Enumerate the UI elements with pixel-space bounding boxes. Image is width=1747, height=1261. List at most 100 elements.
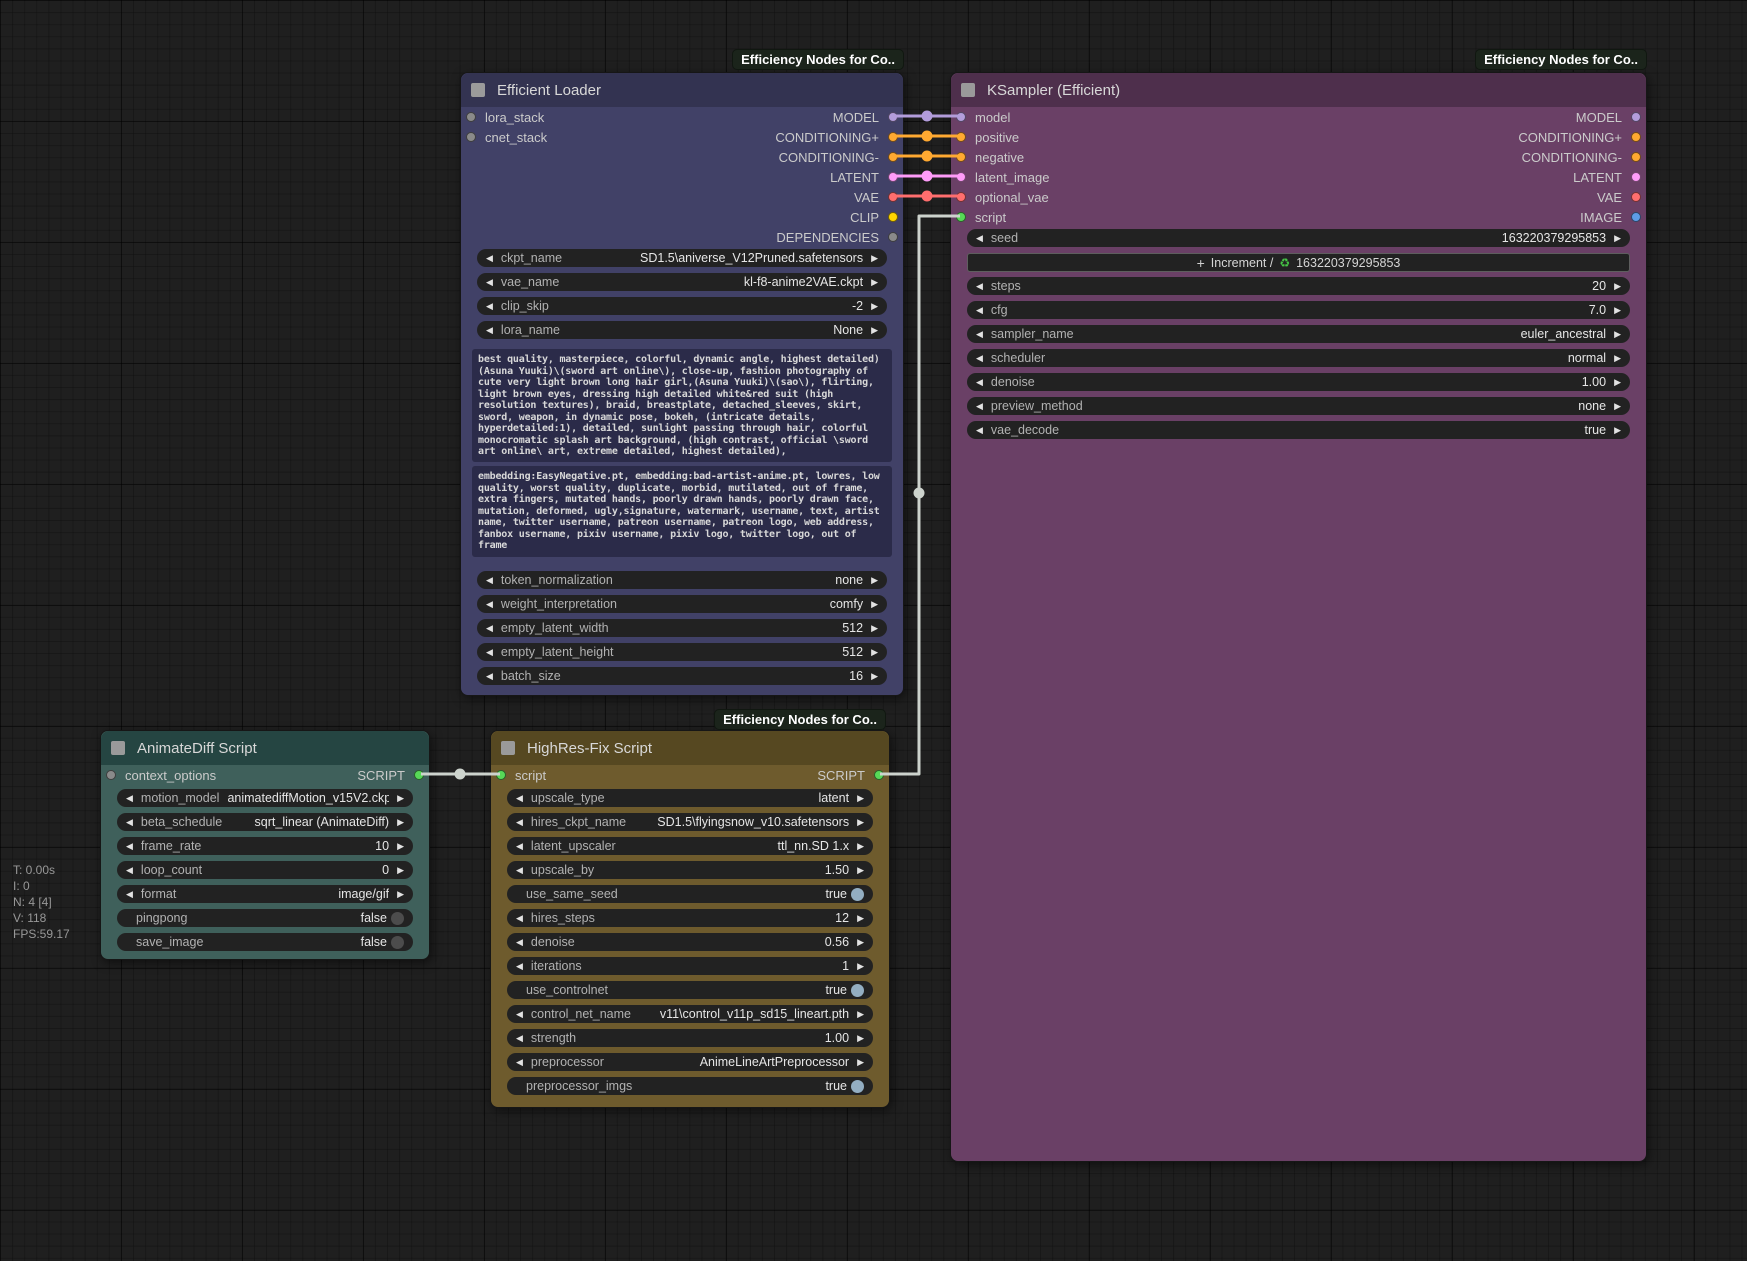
next-arrow-icon[interactable]: ▶ bbox=[1614, 397, 1621, 415]
toggle-dot-icon[interactable] bbox=[391, 912, 404, 925]
widget-latent-upscaler[interactable]: ◀latent_upscalerttl_nn.SD 1.x▶ bbox=[507, 837, 873, 855]
node-header[interactable]: AnimateDiff Script bbox=[101, 731, 429, 765]
next-arrow-icon[interactable]: ▶ bbox=[857, 909, 864, 927]
node-ksampler-efficient[interactable]: KSampler (Efficient) model positive nega… bbox=[950, 72, 1647, 1162]
next-arrow-icon[interactable]: ▶ bbox=[871, 321, 878, 339]
output-slot-conditioning-plus[interactable]: CONDITIONING+ bbox=[775, 127, 903, 147]
prev-arrow-icon[interactable]: ◀ bbox=[486, 321, 493, 339]
node-header[interactable]: KSampler (Efficient) bbox=[951, 73, 1646, 107]
next-arrow-icon[interactable]: ▶ bbox=[857, 813, 864, 831]
output-slot-conditioning-minus[interactable]: CONDITIONING- bbox=[775, 147, 903, 167]
prev-arrow-icon[interactable]: ◀ bbox=[486, 297, 493, 315]
slot-dot-icon[interactable] bbox=[1631, 112, 1641, 122]
next-arrow-icon[interactable]: ▶ bbox=[1614, 349, 1621, 367]
toggle-dot-icon[interactable] bbox=[851, 888, 864, 901]
widget-vae-name[interactable]: ◀vae_namekl-f8-anime2VAE.ckpt▶ bbox=[477, 273, 887, 291]
slot-dot-icon[interactable] bbox=[496, 770, 506, 780]
slot-dot-icon[interactable] bbox=[888, 232, 898, 242]
widget-seed[interactable]: ◀seed163220379295853▶ bbox=[967, 229, 1630, 247]
input-slot-latent-image[interactable]: latent_image bbox=[951, 167, 1049, 187]
widget-upscale-by[interactable]: ◀upscale_by1.50▶ bbox=[507, 861, 873, 879]
input-slot-context-options[interactable]: context_options bbox=[101, 765, 216, 785]
widget-scheduler[interactable]: ◀schedulernormal▶ bbox=[967, 349, 1630, 367]
next-arrow-icon[interactable]: ▶ bbox=[857, 1029, 864, 1047]
prev-arrow-icon[interactable]: ◀ bbox=[486, 273, 493, 291]
prev-arrow-icon[interactable]: ◀ bbox=[126, 837, 133, 855]
output-slot-dependencies[interactable]: DEPENDENCIES bbox=[775, 227, 903, 247]
prev-arrow-icon[interactable]: ◀ bbox=[486, 643, 493, 661]
input-slot-script[interactable]: script bbox=[491, 765, 546, 785]
widget-clip-skip[interactable]: ◀clip_skip-2▶ bbox=[477, 297, 887, 315]
next-arrow-icon[interactable]: ▶ bbox=[857, 789, 864, 807]
next-arrow-icon[interactable]: ▶ bbox=[871, 571, 878, 589]
next-arrow-icon[interactable]: ▶ bbox=[1614, 301, 1621, 319]
node-highres-fix-script[interactable]: HighRes-Fix Script script SCRIPT ◀upscal… bbox=[490, 730, 890, 1108]
input-slot-lora-stack[interactable]: lora_stack bbox=[461, 107, 547, 127]
widget-preprocessor[interactable]: ◀preprocessorAnimeLineArtPreprocessor▶ bbox=[507, 1053, 873, 1071]
toggle-dot-icon[interactable] bbox=[851, 1080, 864, 1093]
slot-dot-icon[interactable] bbox=[874, 770, 884, 780]
next-arrow-icon[interactable]: ▶ bbox=[1614, 373, 1621, 391]
output-slot-latent[interactable]: LATENT bbox=[1518, 167, 1646, 187]
prev-arrow-icon[interactable]: ◀ bbox=[486, 595, 493, 613]
next-arrow-icon[interactable]: ▶ bbox=[857, 837, 864, 855]
widget-preprocessor-imgs[interactable]: preprocessor_imgstrue bbox=[507, 1077, 873, 1095]
widget-batch-size[interactable]: ◀batch_size16▶ bbox=[477, 667, 887, 685]
slot-dot-icon[interactable] bbox=[956, 112, 966, 122]
widget-use-same-seed[interactable]: use_same_seedtrue bbox=[507, 885, 873, 903]
widget-weight-interpretation[interactable]: ◀weight_interpretationcomfy▶ bbox=[477, 595, 887, 613]
widget-denoise[interactable]: ◀denoise0.56▶ bbox=[507, 933, 873, 951]
collapse-box-icon[interactable] bbox=[111, 741, 125, 755]
next-arrow-icon[interactable]: ▶ bbox=[397, 861, 404, 879]
next-arrow-icon[interactable]: ▶ bbox=[397, 789, 404, 807]
negative-prompt-textarea[interactable]: embedding:EasyNegative.pt, embedding:bad… bbox=[472, 466, 892, 557]
slot-dot-icon[interactable] bbox=[1631, 172, 1641, 182]
prev-arrow-icon[interactable]: ◀ bbox=[516, 933, 523, 951]
slot-dot-icon[interactable] bbox=[1631, 192, 1641, 202]
slot-dot-icon[interactable] bbox=[956, 152, 966, 162]
widget-token-normalization[interactable]: ◀token_normalizationnone▶ bbox=[477, 571, 887, 589]
input-slot-script[interactable]: script bbox=[951, 207, 1049, 227]
next-arrow-icon[interactable]: ▶ bbox=[871, 273, 878, 291]
prev-arrow-icon[interactable]: ◀ bbox=[976, 229, 983, 247]
output-slot-vae[interactable]: VAE bbox=[1518, 187, 1646, 207]
slot-dot-icon[interactable] bbox=[888, 212, 898, 222]
output-slot-model[interactable]: MODEL bbox=[775, 107, 903, 127]
prev-arrow-icon[interactable]: ◀ bbox=[976, 349, 983, 367]
slot-dot-icon[interactable] bbox=[1631, 212, 1641, 222]
widget-cfg[interactable]: ◀cfg7.0▶ bbox=[967, 301, 1630, 319]
prev-arrow-icon[interactable]: ◀ bbox=[516, 1029, 523, 1047]
widget-control-net-name[interactable]: ◀control_net_namev11\control_v11p_sd15_l… bbox=[507, 1005, 873, 1023]
next-arrow-icon[interactable]: ▶ bbox=[397, 837, 404, 855]
next-arrow-icon[interactable]: ▶ bbox=[871, 249, 878, 267]
output-slot-model[interactable]: MODEL bbox=[1518, 107, 1646, 127]
widget-strength[interactable]: ◀strength1.00▶ bbox=[507, 1029, 873, 1047]
widget-hires-steps[interactable]: ◀hires_steps12▶ bbox=[507, 909, 873, 927]
prev-arrow-icon[interactable]: ◀ bbox=[516, 1053, 523, 1071]
next-arrow-icon[interactable]: ▶ bbox=[857, 933, 864, 951]
positive-prompt-textarea[interactable]: best quality, masterpiece, colorful, dyn… bbox=[472, 349, 892, 462]
input-slot-cnet-stack[interactable]: cnet_stack bbox=[461, 127, 547, 147]
prev-arrow-icon[interactable]: ◀ bbox=[516, 837, 523, 855]
widget-upscale-type[interactable]: ◀upscale_typelatent▶ bbox=[507, 789, 873, 807]
slot-dot-icon[interactable] bbox=[956, 212, 966, 222]
next-arrow-icon[interactable]: ▶ bbox=[1614, 229, 1621, 247]
widget-format[interactable]: ◀formatimage/gif▶ bbox=[117, 885, 413, 903]
prev-arrow-icon[interactable]: ◀ bbox=[126, 861, 133, 879]
widget-save-image[interactable]: save_imagefalse bbox=[117, 933, 413, 951]
widget-empty-latent-height[interactable]: ◀empty_latent_height512▶ bbox=[477, 643, 887, 661]
prev-arrow-icon[interactable]: ◀ bbox=[976, 301, 983, 319]
collapse-box-icon[interactable] bbox=[501, 741, 515, 755]
prev-arrow-icon[interactable]: ◀ bbox=[486, 571, 493, 589]
input-slot-positive[interactable]: positive bbox=[951, 127, 1049, 147]
prev-arrow-icon[interactable]: ◀ bbox=[976, 373, 983, 391]
widget-motion-model[interactable]: ◀motion_modelanimatediffMotion_v15V2.ckp… bbox=[117, 789, 413, 807]
next-arrow-icon[interactable]: ▶ bbox=[857, 861, 864, 879]
toggle-dot-icon[interactable] bbox=[391, 936, 404, 949]
node-header[interactable]: HighRes-Fix Script bbox=[491, 731, 889, 765]
output-slot-script[interactable]: SCRIPT bbox=[357, 765, 429, 785]
next-arrow-icon[interactable]: ▶ bbox=[871, 297, 878, 315]
node-animatediff-script[interactable]: AnimateDiff Script context_options SCRIP… bbox=[100, 730, 430, 960]
prev-arrow-icon[interactable]: ◀ bbox=[516, 813, 523, 831]
widget-sampler-name[interactable]: ◀sampler_nameeuler_ancestral▶ bbox=[967, 325, 1630, 343]
